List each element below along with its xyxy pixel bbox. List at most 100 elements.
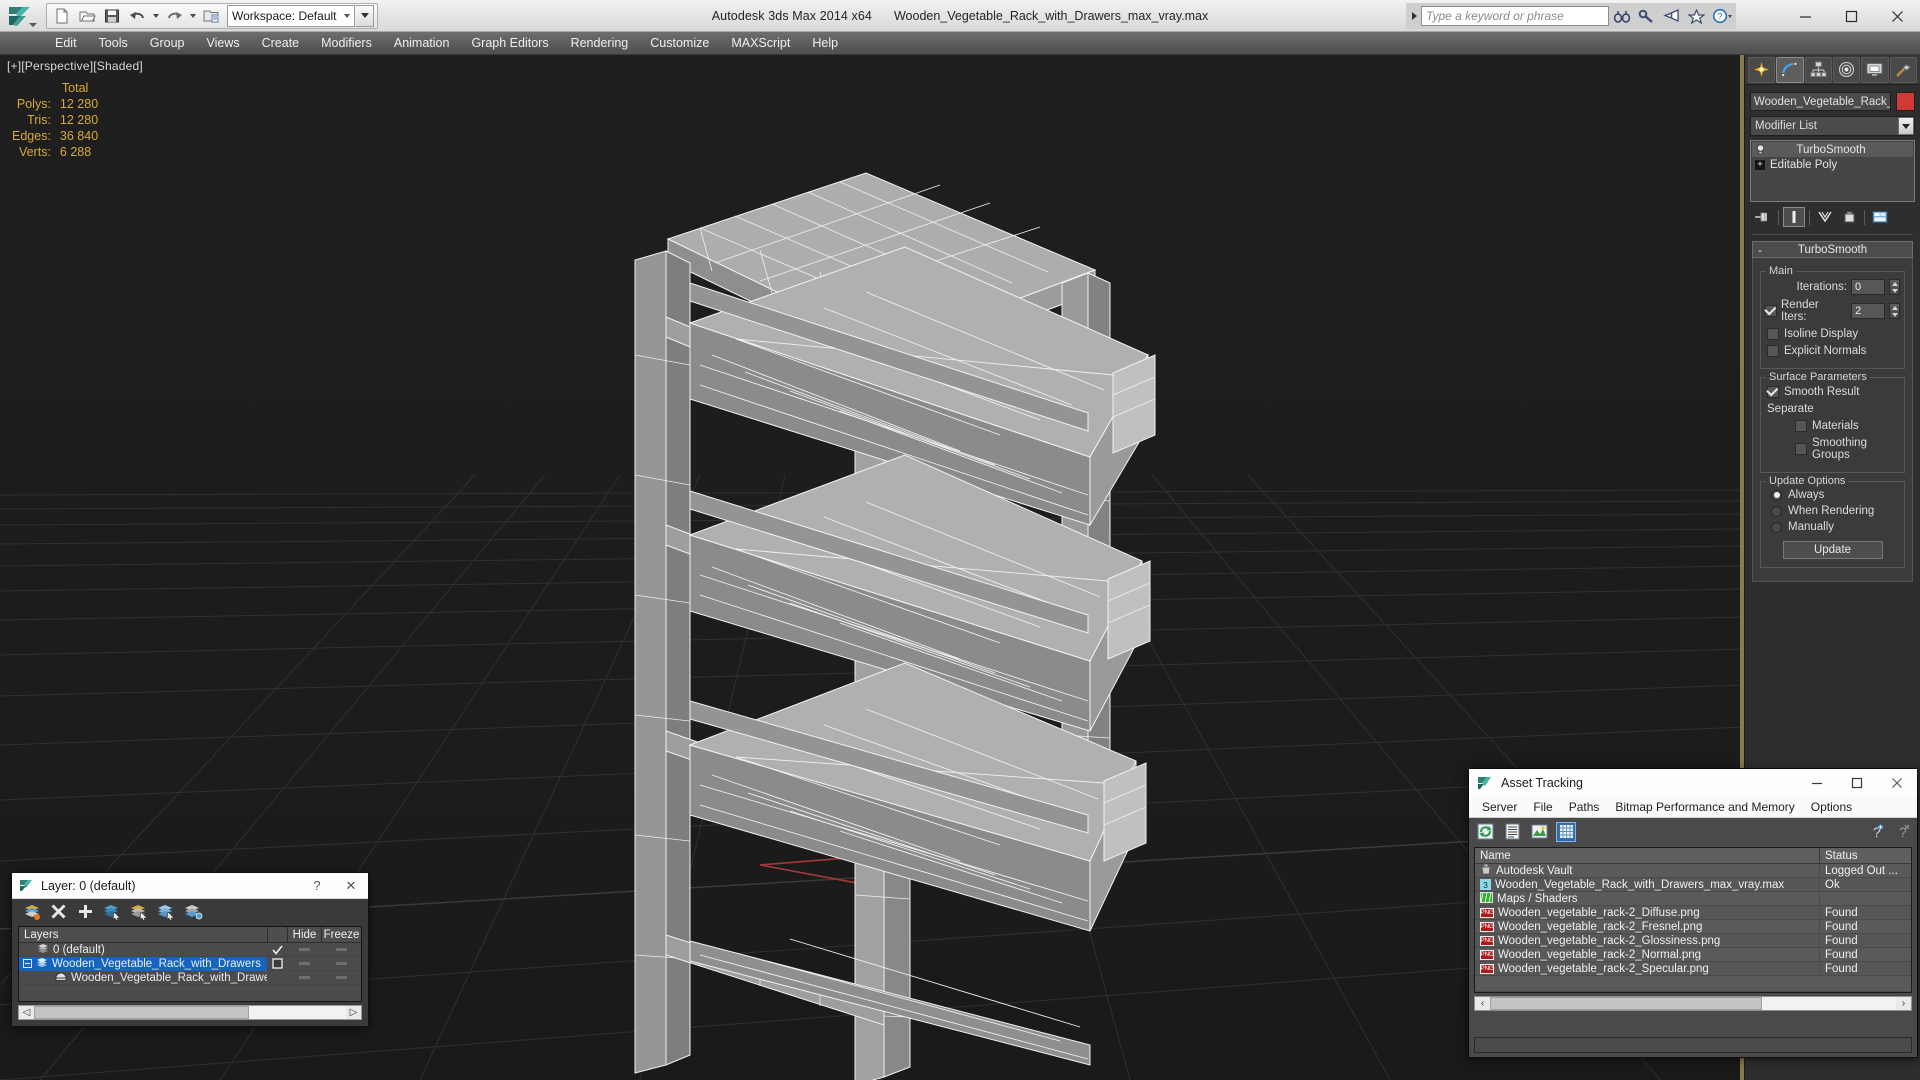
menu-modifiers[interactable]: Modifiers [310, 34, 383, 52]
tab-create[interactable] [1748, 56, 1776, 83]
asset-row-maps-shaders[interactable]: Maps / Shaders [1475, 891, 1911, 906]
create-new-layer-icon[interactable] [22, 902, 41, 921]
isoline-display-checkbox[interactable] [1767, 328, 1779, 340]
help-new-icon[interactable]: ? [1865, 822, 1885, 842]
asset-tracking-minimize-button[interactable] [1797, 769, 1837, 796]
workspace-select[interactable]: Workspace: Default [227, 4, 355, 27]
menu-help[interactable]: Help [801, 34, 849, 52]
project-folder-button[interactable] [199, 5, 223, 27]
undo-button[interactable] [125, 5, 149, 27]
layer-row-selected[interactable]: Wooden_Vegetable_Rack_with_Drawers [19, 956, 361, 971]
layer-dialog-titlebar[interactable]: Layer: 0 (default) ? ✕ [12, 873, 368, 899]
maximize-button[interactable] [1828, 0, 1874, 32]
make-unique-button[interactable] [1814, 207, 1836, 227]
layer-dialog[interactable]: Layer: 0 (default) ? ✕ Layers Hide Freez… [11, 872, 369, 1027]
menu-customize[interactable]: Customize [639, 34, 720, 52]
scrollbar-thumb[interactable] [1490, 997, 1762, 1010]
thumbnail-view-icon[interactable] [1529, 822, 1549, 842]
layer-row-default[interactable]: 0 (default) [19, 943, 361, 957]
asset-row-normal[interactable]: PNG Wooden_vegetable_rack-2_Normal.png F… [1475, 947, 1911, 962]
asset-row-scene[interactable]: 3 Wooden_Vegetable_Rack_with_Drawers_max… [1475, 877, 1911, 892]
modifier-stack[interactable]: TurboSmooth + Editable Poly [1750, 140, 1915, 202]
modifier-stack-item-editable-poly[interactable]: + Editable Poly [1752, 157, 1913, 172]
help-icon[interactable]: ? [1891, 822, 1911, 842]
save-file-button[interactable] [100, 5, 124, 27]
render-iters-checkbox[interactable] [1765, 305, 1777, 317]
logo-dropdown-caret[interactable] [29, 22, 37, 27]
subscription-center-icon[interactable] [1634, 4, 1659, 28]
menu-group[interactable]: Group [139, 34, 196, 52]
tab-utilities[interactable] [1889, 56, 1917, 83]
scroll-left-arrow-icon[interactable]: ‹ [1475, 997, 1490, 1010]
close-button[interactable] [1874, 0, 1920, 32]
tab-modify[interactable] [1776, 56, 1804, 83]
smooth-result-checkbox[interactable] [1767, 386, 1779, 398]
menu-edit[interactable]: Edit [44, 34, 88, 52]
scroll-right-arrow-icon[interactable]: › [1896, 997, 1911, 1010]
scroll-right-arrow-icon[interactable]: ▷ [346, 1006, 361, 1019]
expand-plus-icon[interactable]: + [1755, 159, 1765, 170]
asset-row-vault[interactable]: Autodesk Vault Logged Out ... [1475, 863, 1911, 878]
layer-freeze-toggle[interactable] [321, 943, 361, 957]
highlight-selected-objects-layer-icon[interactable] [130, 902, 149, 921]
tab-display[interactable] [1861, 56, 1889, 83]
layer-current-check[interactable] [267, 957, 287, 971]
show-end-result-button[interactable] [1783, 207, 1805, 227]
minimize-button[interactable] [1782, 0, 1828, 32]
scrollbar-track[interactable] [1762, 997, 1896, 1010]
modifier-list-dropdown[interactable]: Modifier List [1750, 116, 1915, 136]
layer-collapse-box-icon[interactable] [23, 959, 32, 968]
communication-center-icon[interactable] [1659, 4, 1684, 28]
update-when-rendering-row[interactable]: When Rendering [1771, 505, 1900, 517]
remove-modifier-button[interactable] [1838, 207, 1860, 227]
pin-stack-button[interactable] [1752, 207, 1774, 227]
update-when-rendering-radio[interactable] [1771, 505, 1782, 517]
layer-current-check[interactable] [267, 943, 287, 957]
scrollbar-track[interactable] [249, 1006, 346, 1019]
asset-menu-server[interactable]: Server [1475, 798, 1524, 816]
modifier-stack-item-turbosmooth[interactable]: TurboSmooth [1752, 142, 1913, 157]
update-always-radio[interactable] [1771, 489, 1782, 501]
asset-tracking-dialog[interactable]: Asset Tracking Server File Paths Bitmap … [1468, 768, 1918, 1058]
layer-freeze-toggle[interactable] [321, 957, 361, 971]
select-objects-in-layer-icon[interactable] [103, 902, 122, 921]
add-selection-to-layer-icon[interactable] [157, 902, 176, 921]
add-to-layer-icon[interactable] [76, 902, 95, 921]
asset-tracking-maximize-button[interactable] [1837, 769, 1877, 796]
grid-view-icon[interactable] [1556, 821, 1576, 842]
asset-row-fresnel[interactable]: PNG Wooden_vegetable_rack-2_Fresnel.png … [1475, 919, 1911, 934]
asset-menu-paths[interactable]: Paths [1562, 798, 1607, 816]
asset-row-specular[interactable]: PNG Wooden_vegetable_rack-2_Specular.png… [1475, 961, 1911, 976]
layer-hide-toggle[interactable] [287, 957, 321, 971]
asset-row-glossiness[interactable]: PNG Wooden_vegetable_rack-2_Glossiness.p… [1475, 933, 1911, 948]
materials-checkbox[interactable] [1795, 420, 1807, 432]
list-view-icon[interactable] [1502, 822, 1522, 842]
layer-dialog-close-button[interactable]: ✕ [334, 873, 368, 899]
menu-maxscript[interactable]: MAXScript [720, 34, 801, 52]
menu-rendering[interactable]: Rendering [560, 34, 640, 52]
redo-button[interactable] [162, 5, 186, 27]
asset-menu-bitmap-performance[interactable]: Bitmap Performance and Memory [1608, 798, 1801, 816]
layer-row-object[interactable]: Wooden_Vegetable_Rack_with_Drawers [19, 971, 361, 985]
object-name-field[interactable]: Wooden_Vegetable_Rack_wit [1750, 92, 1891, 111]
favorites-star-icon[interactable] [1684, 4, 1709, 28]
tab-hierarchy[interactable] [1804, 56, 1832, 83]
iterations-spinner[interactable] [1889, 279, 1900, 295]
viewport-label[interactable]: [+][Perspective][Shaded] [7, 59, 143, 73]
render-iters-input[interactable]: 2 [1851, 303, 1886, 319]
update-always-row[interactable]: Always [1771, 489, 1900, 501]
help-icon[interactable]: ? [1709, 4, 1734, 28]
asset-row-diffuse[interactable]: PNG Wooden_vegetable_rack-2_Diffuse.png … [1475, 905, 1911, 920]
layer-list[interactable]: Layers Hide Freeze 0 (default) Wooden_Ve… [18, 926, 362, 1002]
asset-menu-options[interactable]: Options [1804, 798, 1859, 816]
layer-hide-toggle[interactable] [287, 943, 321, 957]
turbosmooth-rollout-header[interactable]: - TurboSmooth [1752, 241, 1913, 258]
update-button[interactable]: Update [1782, 541, 1883, 559]
menu-animation[interactable]: Animation [383, 34, 461, 52]
redo-dropdown-caret[interactable] [187, 5, 198, 27]
layer-hide-toggle[interactable] [287, 971, 321, 985]
tab-motion[interactable] [1832, 56, 1861, 83]
menu-tools[interactable]: Tools [88, 34, 139, 52]
collapse-icon[interactable]: - [1758, 243, 1762, 257]
asset-tracking-list[interactable]: Name Status Autodesk Vault Logged Out ..… [1474, 847, 1912, 993]
